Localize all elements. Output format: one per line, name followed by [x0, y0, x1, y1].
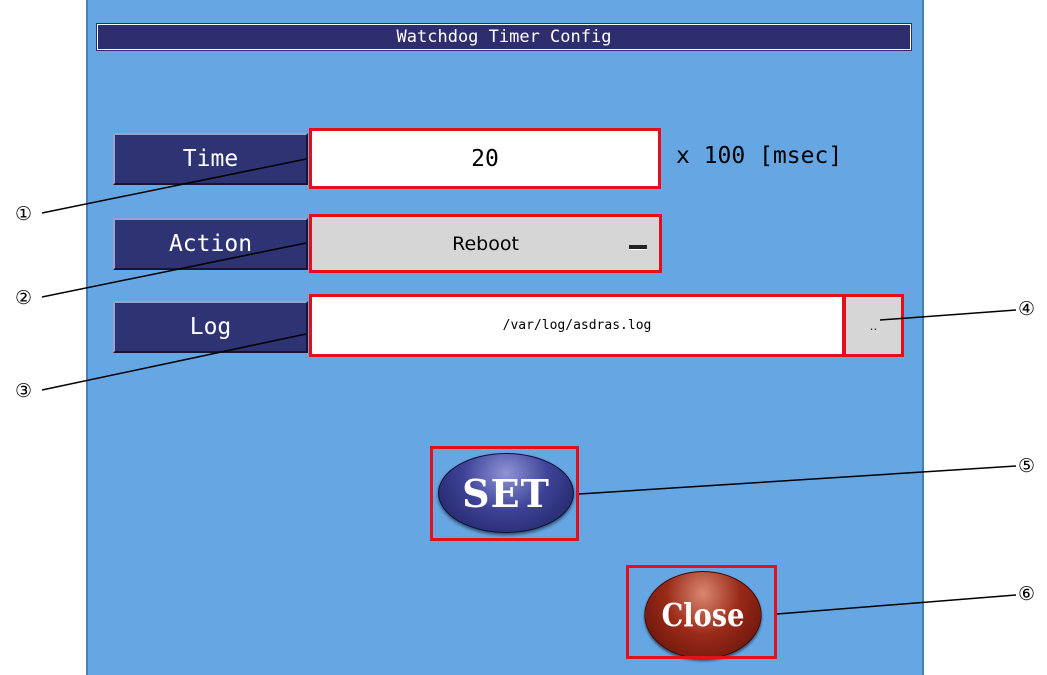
callout-2: ② — [15, 287, 33, 309]
callout-5: ⑤ — [1018, 455, 1036, 477]
callout-4: ④ — [1018, 298, 1036, 320]
callout-leader-lines — [41, 158, 1017, 615]
callout-3: ③ — [15, 380, 33, 402]
callout-1: ① — [15, 203, 33, 225]
callout-6: ⑥ — [1018, 583, 1036, 605]
